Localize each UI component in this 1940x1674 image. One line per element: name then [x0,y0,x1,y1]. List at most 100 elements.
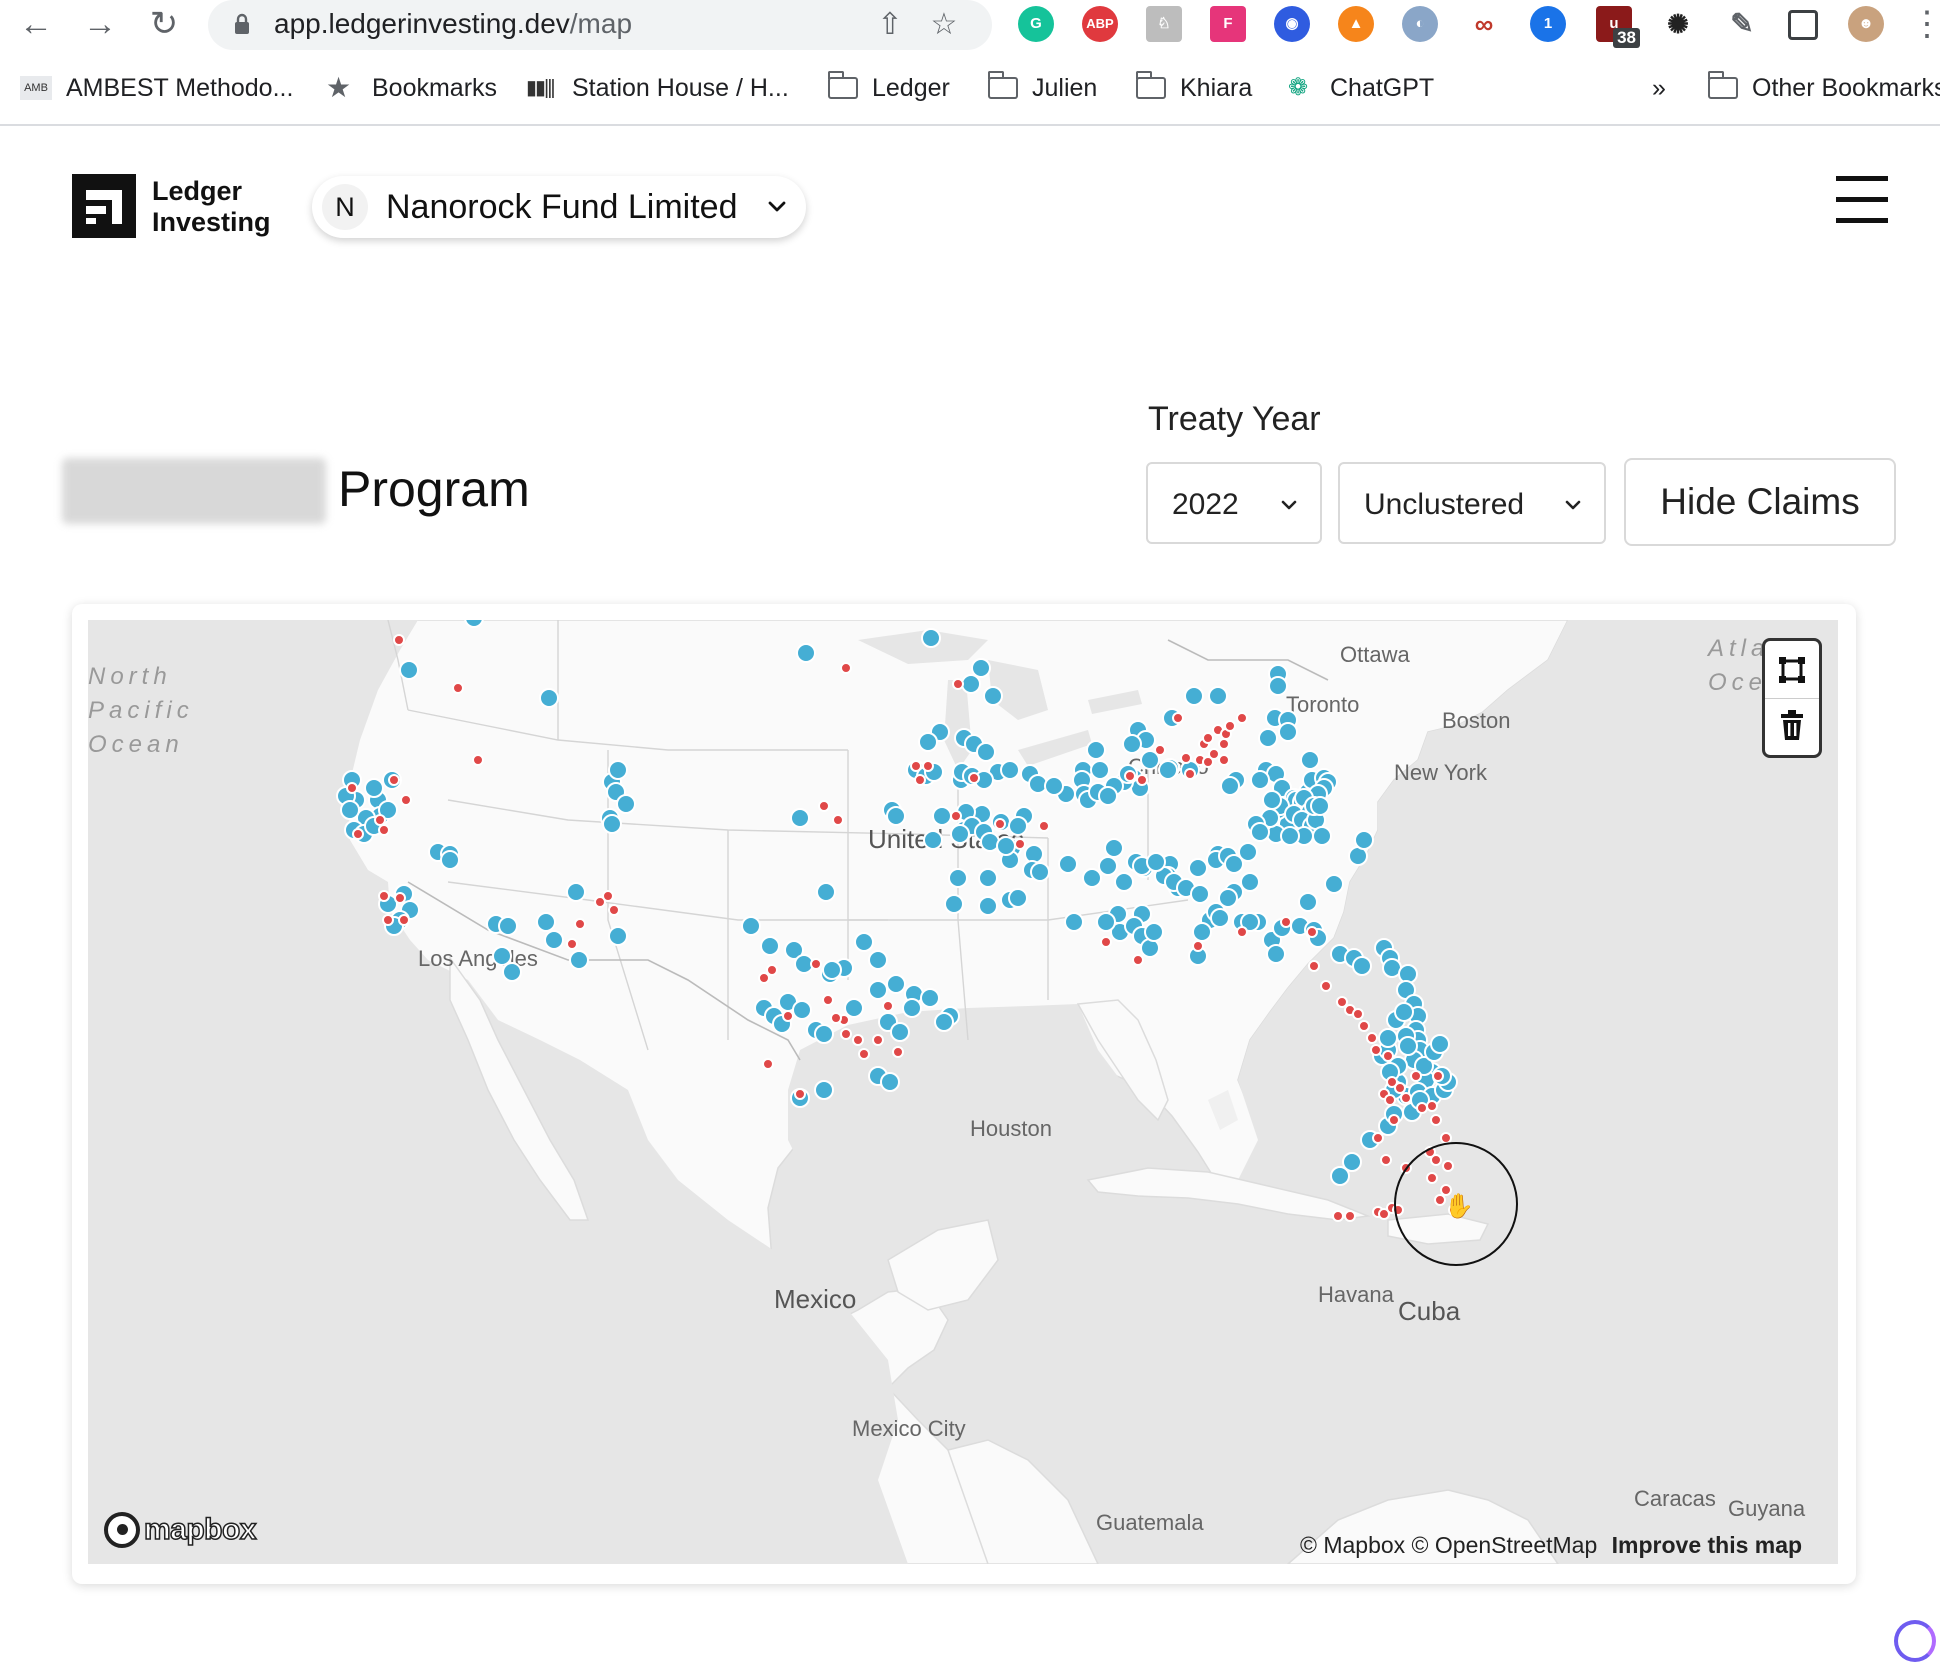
policy-marker[interactable] [978,868,998,888]
claim-marker[interactable] [1100,936,1112,948]
claim-marker[interactable] [574,918,586,930]
ublock-icon[interactable]: u 38 [1596,6,1640,48]
bookmark-ledger[interactable]: Ledger [828,66,950,110]
claim-marker[interactable] [852,1034,864,1046]
other-bookmarks[interactable]: Other Bookmarks [1708,66,1940,110]
claim-marker[interactable] [374,814,386,826]
claim-marker[interactable] [1432,1070,1444,1082]
policy-marker[interactable] [1114,872,1134,892]
policy-marker[interactable] [608,926,628,946]
bookmarks-overflow-button[interactable]: » [1652,66,1666,110]
claim-marker[interactable] [1224,720,1236,732]
policy-marker[interactable] [948,868,968,888]
assistant-widget-icon[interactable] [1894,1620,1936,1662]
policy-marker[interactable] [1008,816,1028,836]
policy-marker[interactable] [983,686,1003,706]
bookmark-station-house[interactable]: ▮▮||| Station House / H... [526,66,789,110]
policy-marker[interactable] [1044,776,1064,796]
claim-marker[interactable] [922,760,934,772]
claim-marker[interactable] [1236,926,1248,938]
policy-marker[interactable] [868,950,888,970]
policy-marker[interactable] [890,1022,910,1042]
claim-marker[interactable] [818,800,830,812]
policy-marker[interactable] [920,988,940,1008]
claim-marker[interactable] [810,958,822,970]
policy-marker[interactable] [1298,892,1318,912]
claim-marker[interactable] [952,678,964,690]
claim-marker[interactable] [1014,838,1026,850]
policy-marker[interactable] [971,658,991,678]
policy-marker[interactable] [464,620,484,628]
policy-marker[interactable] [608,760,628,780]
policy-marker[interactable] [854,932,874,952]
policy-marker[interactable] [978,896,998,916]
improve-map-link[interactable]: Improve this map [1612,1532,1802,1558]
claim-marker[interactable] [1124,770,1136,782]
policy-marker[interactable] [923,830,943,850]
policy-marker[interactable] [1030,862,1050,882]
policy-marker[interactable] [1354,830,1374,850]
policy-marker[interactable] [492,946,512,966]
policy-marker[interactable] [1090,760,1110,780]
claims-map[interactable]: Ottawa Toronto Boston New York Chicago U… [88,620,1838,1564]
claim-marker[interactable] [1366,1032,1378,1044]
claim-marker[interactable] [858,1048,870,1060]
policy-marker[interactable] [918,732,938,752]
claim-marker[interactable] [608,904,620,916]
policy-marker[interactable] [934,1012,954,1032]
adblock-icon[interactable]: ABP [1082,6,1118,42]
policy-marker[interactable] [816,882,836,902]
hide-claims-button[interactable]: Hide Claims [1624,458,1896,546]
claim-marker[interactable] [382,914,394,926]
bookmark-chatgpt[interactable]: ❁ ChatGPT [1288,66,1434,110]
claim-marker[interactable] [968,772,980,784]
claim-marker[interactable] [352,828,364,840]
policy-marker[interactable] [868,980,888,1000]
claim-marker[interactable] [994,818,1006,830]
policy-marker[interactable] [544,930,564,950]
extensions-puzzle-icon[interactable]: ✎ [1724,6,1760,42]
policy-marker[interactable] [1324,874,1344,894]
claim-marker[interactable] [1218,754,1230,766]
claim-marker[interactable] [1426,1100,1438,1112]
f-extension-icon[interactable]: F [1210,6,1246,42]
claim-marker[interactable] [394,892,406,904]
claim-marker[interactable] [762,1058,774,1070]
policy-marker[interactable] [1144,922,1164,942]
policy-marker[interactable] [1098,786,1118,806]
policy-marker[interactable] [1310,796,1330,816]
claim-marker[interactable] [1202,756,1214,768]
bookmark-star-icon[interactable]: ☆ [928,9,960,41]
address-bar[interactable]: app.ledgerinvesting.dev/map ⇧ ☆ [208,0,992,50]
claim-marker[interactable] [1154,744,1166,756]
claim-marker[interactable] [378,824,390,836]
menu-dots-icon[interactable]: ⋮ [1910,4,1940,44]
policy-marker[interactable] [1268,676,1288,696]
hamburger-menu-icon[interactable] [1836,176,1888,224]
claim-marker[interactable] [1172,712,1184,724]
trash-button[interactable] [1765,698,1819,755]
policy-marker[interactable] [1240,872,1260,892]
policy-marker[interactable] [1064,912,1084,932]
policy-marker[interactable] [1082,868,1102,888]
policy-marker[interactable] [616,794,636,814]
claim-marker[interactable] [794,1088,806,1100]
claim-marker[interactable] [892,1046,904,1058]
claim-marker[interactable] [1352,1008,1364,1020]
claim-marker[interactable] [378,890,390,902]
policy-marker[interactable] [399,660,419,680]
policy-marker[interactable] [1250,822,1270,842]
claim-marker[interactable] [1344,1210,1356,1222]
claim-marker[interactable] [832,814,844,826]
claim-marker[interactable] [1236,712,1248,724]
profile-avatar[interactable]: ☻ [1848,6,1884,42]
hunter-icon[interactable]: ♘ [1146,6,1182,42]
policy-marker[interactable] [1280,826,1300,846]
policy-marker[interactable] [921,628,941,648]
mapbox-logo[interactable]: mapbox [104,1510,257,1550]
policy-marker[interactable] [440,850,460,870]
claim-marker[interactable] [1038,820,1050,832]
policy-marker[interactable] [1058,854,1078,874]
claim-marker[interactable] [452,682,464,694]
ledger-logo[interactable] [72,174,136,238]
